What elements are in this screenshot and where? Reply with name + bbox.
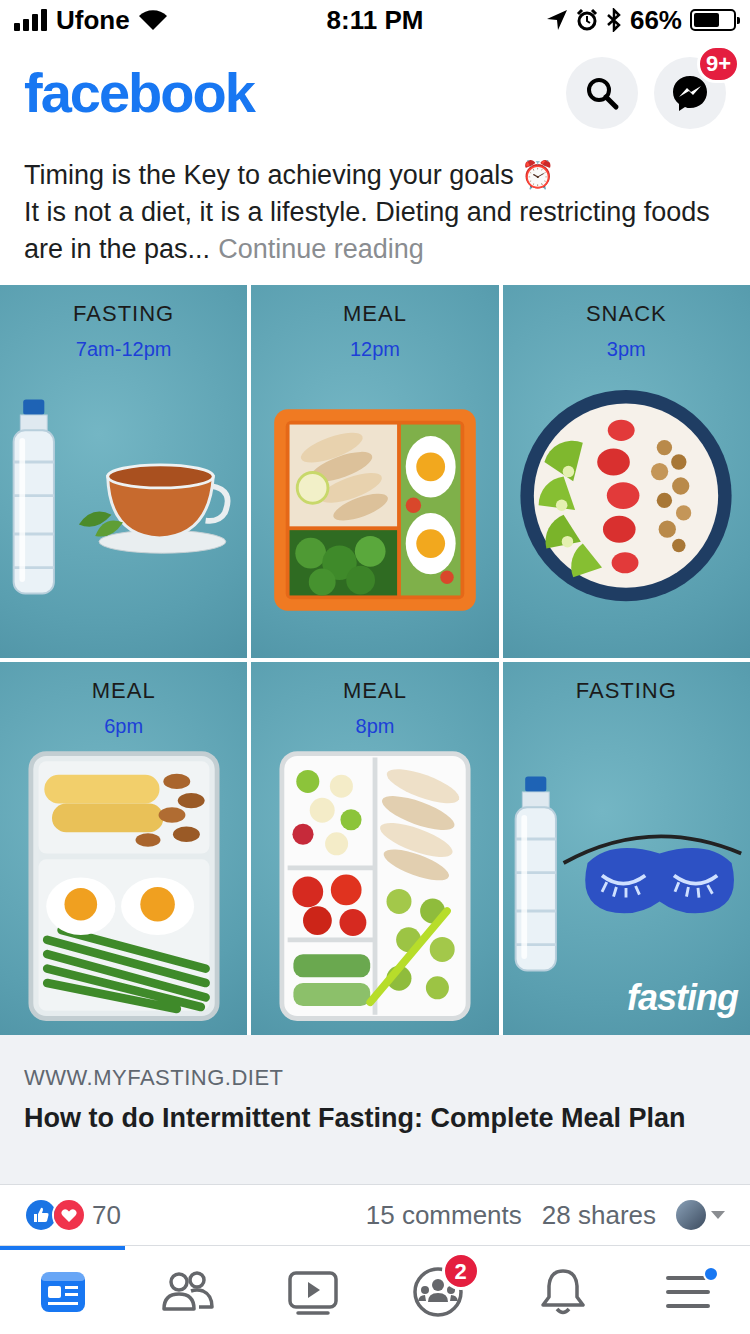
panel-label: FASTING <box>73 301 174 327</box>
panel-time: 7am-12pm <box>76 337 172 361</box>
tab-bar: 2 <box>0 1245 750 1334</box>
status-left: Ufone <box>14 1 327 40</box>
notification-badge: 2 <box>442 1252 480 1290</box>
news-feed-tab[interactable] <box>0 1246 125 1334</box>
location-icon <box>546 9 568 31</box>
caret-icon <box>710 1210 726 1220</box>
link-domain: WWW.MYFASTING.DIET <box>24 1061 726 1094</box>
notifications-tab[interactable] <box>500 1246 625 1334</box>
signal-icon <box>14 9 48 31</box>
clock: 8:11 PM <box>327 1 424 40</box>
image-panel: MEAL 6pm <box>0 662 247 1035</box>
panel-label: MEAL <box>92 678 156 704</box>
carrier-name: Ufone <box>56 1 130 40</box>
battery-percent: 66% <box>630 1 682 40</box>
friends-icon <box>161 1267 215 1317</box>
image-panel: FASTING 7am-12pm <box>0 285 247 658</box>
facebook-logo[interactable]: facebook <box>24 65 254 121</box>
panel-time: 8pm <box>356 714 395 738</box>
lunch-box-icon <box>255 370 495 650</box>
battery-icon <box>690 9 736 31</box>
search-button[interactable] <box>566 57 638 129</box>
reaction-selector[interactable] <box>676 1200 726 1230</box>
alarm-icon <box>576 9 598 31</box>
messenger-button[interactable]: 9+ <box>654 57 726 129</box>
watermark-logo: fasting <box>627 971 738 1025</box>
bowl-icon <box>506 370 746 650</box>
glass-box-icon <box>4 747 244 1027</box>
avatar-icon <box>676 1200 706 1230</box>
watch-tab[interactable] <box>250 1246 375 1334</box>
status-bar: Ufone 8:11 PM 66% <box>0 0 750 40</box>
watch-icon <box>286 1267 340 1317</box>
friends-tab[interactable] <box>125 1246 250 1334</box>
header-actions: 9+ <box>566 57 726 129</box>
water-tea-icon <box>4 370 244 650</box>
reaction-count: 70 <box>92 1196 121 1235</box>
link-title: How to do Intermittent Fasting: Complete… <box>24 1102 726 1135</box>
love-icon <box>52 1198 86 1232</box>
post-image[interactable]: FASTING7am-12pmMEAL12pmSNACK3pmMEAL6pmME… <box>0 285 750 1035</box>
panel-label: MEAL <box>343 301 407 327</box>
panel-label: SNACK <box>586 301 667 327</box>
messenger-badge: 9+ <box>697 45 740 83</box>
white-box-icon <box>255 747 495 1027</box>
post-text: Timing is the Key to achieving your goal… <box>0 145 750 285</box>
wifi-icon <box>138 9 168 31</box>
shares-count[interactable]: 28 shares <box>542 1196 656 1235</box>
image-panel: MEAL 12pm <box>251 285 498 658</box>
post-title: Timing is the Key to achieving your goal… <box>24 157 726 194</box>
news-feed-icon <box>38 1267 88 1317</box>
continue-reading-link[interactable]: Continue reading <box>218 234 424 264</box>
engagement-counts: 15 comments 28 shares <box>366 1196 726 1235</box>
post-body: It is not a diet, it is a lifestyle. Die… <box>24 194 726 268</box>
notifications-icon <box>540 1267 586 1317</box>
battery-fill <box>694 13 719 27</box>
unread-dot <box>703 1266 719 1282</box>
bluetooth-icon <box>606 8 622 32</box>
image-panel: SNACK 3pm <box>503 285 750 658</box>
app-header: facebook 9+ <box>0 40 750 145</box>
reactions-summary[interactable]: 70 <box>24 1196 121 1235</box>
status-right: 66% <box>423 1 736 40</box>
panel-time: 12pm <box>350 337 400 361</box>
link-preview[interactable]: WWW.MYFASTING.DIET How to do Intermittent… <box>0 1035 750 1185</box>
image-panel: MEAL 8pm <box>251 662 498 1035</box>
panel-time: 6pm <box>104 714 143 738</box>
groups-tab[interactable]: 2 <box>375 1246 500 1334</box>
menu-tab[interactable] <box>625 1246 750 1334</box>
search-icon <box>584 75 620 111</box>
reactions-bar: 70 15 comments 28 shares <box>0 1185 750 1245</box>
panel-label: MEAL <box>343 678 407 704</box>
panel-time: 3pm <box>607 337 646 361</box>
panel-label: FASTING <box>576 678 677 704</box>
comments-count[interactable]: 15 comments <box>366 1196 522 1235</box>
image-panel: FASTING fasting <box>503 662 750 1035</box>
